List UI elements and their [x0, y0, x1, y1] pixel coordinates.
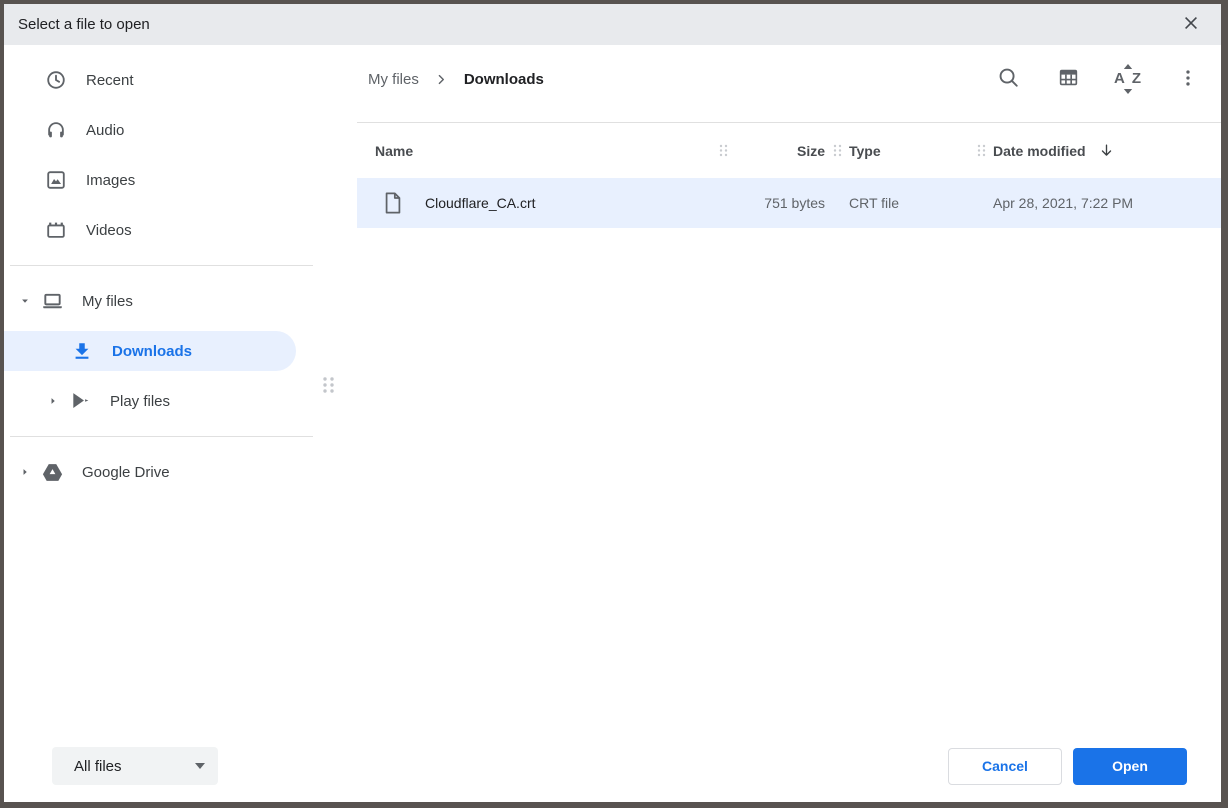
file-icon: [383, 192, 403, 214]
breadcrumb: My files Downloads: [368, 71, 544, 88]
column-resize-handle[interactable]: [969, 143, 993, 158]
play-icon: [68, 389, 92, 413]
file-size: 751 bytes: [735, 195, 825, 211]
sidebar: Recent Audio Images Videos: [4, 45, 357, 730]
breadcrumb-my-files[interactable]: My files: [368, 71, 419, 88]
expand-caret-down-icon[interactable]: [18, 294, 32, 308]
column-resize-handle[interactable]: [825, 143, 849, 158]
dialog-footer: All files Cancel Open: [4, 730, 1221, 802]
breadcrumb-downloads[interactable]: Downloads: [464, 71, 544, 88]
search-icon: [997, 66, 1020, 92]
chevron-right-icon: [433, 71, 450, 88]
sidebar-item-my-files[interactable]: My files: [4, 276, 357, 326]
file-type: CRT file: [849, 195, 969, 211]
file-picker-dialog: Select a file to open Recent Audio: [0, 0, 1228, 808]
sort-az-icon: A Z: [1114, 67, 1142, 91]
file-type-value: All files: [74, 758, 122, 775]
main-toolbar: My files Downloads: [357, 45, 1221, 113]
sidebar-divider: [10, 436, 313, 437]
file-row-cloudflare-ca[interactable]: Cloudflare_CA.crt 751 bytes CRT file Apr…: [357, 178, 1221, 228]
file-name: Cloudflare_CA.crt: [425, 195, 536, 211]
column-header-size[interactable]: Size: [735, 143, 825, 159]
column-resize-handle[interactable]: [711, 143, 735, 158]
headphones-icon: [44, 118, 68, 142]
sidebar-item-label: Recent: [86, 72, 134, 89]
sidebar-item-label: Play files: [110, 393, 170, 410]
table-header: Name Size Type Date modified: [357, 122, 1221, 178]
sidebar-item-label: My files: [82, 293, 133, 310]
sidebar-item-videos[interactable]: Videos: [4, 205, 357, 255]
more-options-button[interactable]: [1168, 59, 1208, 99]
search-button[interactable]: [988, 59, 1028, 99]
more-options-icon: [1177, 67, 1199, 92]
expand-caret-right-icon[interactable]: [18, 465, 32, 479]
video-icon: [44, 218, 68, 242]
sidebar-divider: [10, 265, 313, 266]
download-icon: [70, 339, 94, 363]
sidebar-item-audio[interactable]: Audio: [4, 105, 357, 155]
dropdown-caret-icon: [195, 763, 205, 769]
file-list-panel: My files Downloads: [357, 45, 1221, 730]
sidebar-item-recent[interactable]: Recent: [4, 55, 357, 105]
sidebar-item-label: Google Drive: [82, 464, 170, 481]
dialog-title: Select a file to open: [18, 16, 150, 33]
file-type-dropdown[interactable]: All files: [52, 747, 218, 785]
sidebar-item-google-drive[interactable]: Google Drive: [4, 447, 357, 497]
dialog-body: Recent Audio Images Videos: [4, 45, 1221, 730]
image-icon: [44, 168, 68, 192]
file-date-modified: Apr 28, 2021, 7:22 PM: [993, 195, 1221, 211]
column-header-date-modified[interactable]: Date modified: [993, 143, 1086, 159]
grid-view-icon: [1057, 66, 1080, 92]
sidebar-item-play-files[interactable]: Play files: [4, 376, 357, 426]
laptop-icon: [40, 289, 64, 313]
google-drive-icon: [40, 460, 64, 484]
grid-view-button[interactable]: [1048, 59, 1088, 99]
column-header-type[interactable]: Type: [849, 143, 969, 159]
sidebar-item-label: Images: [86, 172, 135, 189]
open-button[interactable]: Open: [1073, 748, 1187, 785]
cancel-button[interactable]: Cancel: [948, 748, 1062, 785]
toolbar-actions: A Z: [988, 59, 1208, 99]
sidebar-item-label: Downloads: [112, 343, 192, 360]
sidebar-item-label: Videos: [86, 222, 132, 239]
close-icon: [1182, 14, 1200, 35]
sidebar-item-images[interactable]: Images: [4, 155, 357, 205]
sort-button[interactable]: A Z: [1108, 59, 1148, 99]
pane-resize-handle[interactable]: [321, 375, 335, 400]
sidebar-item-downloads[interactable]: Downloads: [4, 331, 296, 371]
expand-caret-right-icon[interactable]: [46, 394, 60, 408]
clock-icon: [44, 68, 68, 92]
sidebar-item-label: Audio: [86, 122, 124, 139]
column-header-name[interactable]: Name: [375, 143, 711, 159]
close-button[interactable]: [1179, 13, 1203, 37]
titlebar: Select a file to open: [4, 4, 1221, 45]
sort-descending-arrow-icon: [1098, 142, 1115, 159]
